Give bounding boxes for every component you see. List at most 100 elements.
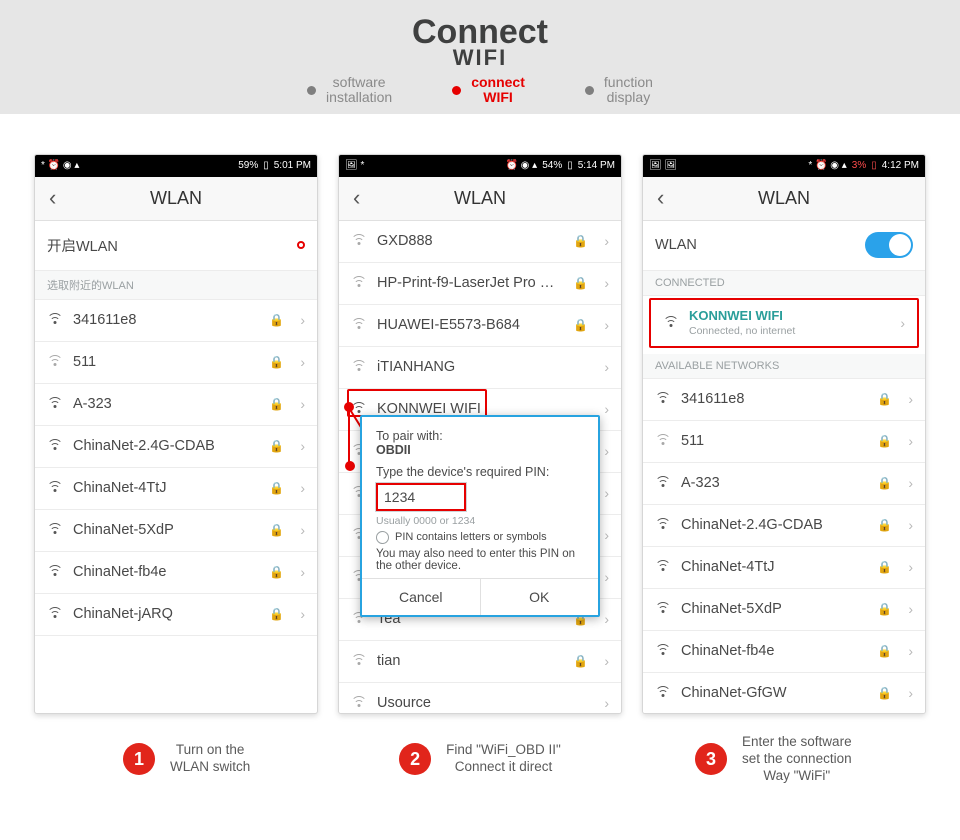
chevron-right-icon: › bbox=[604, 695, 609, 711]
chevron-right-icon: › bbox=[908, 601, 913, 617]
toggle-switch[interactable] bbox=[865, 232, 913, 258]
network-row[interactable]: 511 🔒 › bbox=[35, 342, 317, 384]
wifi-icon bbox=[351, 653, 367, 669]
network-name: ChinaNet-4TtJ bbox=[681, 559, 867, 575]
status-bar: * ⏰ ◉ ▴ 59% ▯ 5:01 PM bbox=[35, 155, 317, 177]
network-name: HUAWEI-E5573-B684 bbox=[377, 317, 563, 333]
network-name: tian bbox=[377, 653, 563, 669]
chevron-right-icon: › bbox=[300, 480, 305, 496]
network-row[interactable]: GXD888 🔒 › bbox=[339, 221, 621, 263]
chevron-right-icon: › bbox=[908, 391, 913, 407]
network-row[interactable]: ChinaNet-2.4G-CDAB 🔒 › bbox=[643, 505, 925, 547]
wifi-icon bbox=[47, 522, 63, 538]
lock-icon: 🔒 bbox=[877, 560, 892, 574]
phone-row: * ⏰ ◉ ▴ 59% ▯ 5:01 PM ‹ WLAN 开启WLAN 选取附近… bbox=[0, 114, 960, 724]
network-row[interactable]: 511 🔒 › bbox=[643, 421, 925, 463]
network-row[interactable]: ChinaNet-5XdP 🔒 › bbox=[35, 510, 317, 552]
network-row[interactable]: Usource › bbox=[339, 683, 621, 714]
chevron-right-icon: › bbox=[604, 611, 609, 627]
time-text: 4:12 PM bbox=[882, 160, 919, 171]
step-text: Turn on theWLAN switch bbox=[170, 742, 250, 776]
breadcrumb-item: functiondisplay bbox=[585, 75, 653, 106]
network-name: ChinaNet-5XdP bbox=[73, 522, 259, 538]
network-row[interactable]: ChinaNet-fb4e 🔒 › bbox=[35, 552, 317, 594]
pair-label: To pair with: bbox=[376, 429, 584, 443]
breadcrumb-item: softwareinstallation bbox=[307, 75, 392, 106]
network-row[interactable]: ChinaNet-5XdP 🔒 › bbox=[643, 589, 925, 631]
network-row[interactable]: ChinaNet-4TtJ 🔒 › bbox=[35, 468, 317, 510]
network-row[interactable]: HUAWEI-E5573-B684 🔒 › bbox=[339, 305, 621, 347]
network-name: 511 bbox=[73, 354, 259, 370]
chevron-right-icon: › bbox=[300, 312, 305, 328]
chevron-right-icon: › bbox=[604, 485, 609, 501]
network-row[interactable]: ChinaNet-fb4e 🔒 › bbox=[643, 631, 925, 673]
chevron-right-icon: › bbox=[604, 569, 609, 585]
chevron-right-icon: › bbox=[604, 359, 609, 375]
lock-icon: 🔒 bbox=[573, 234, 588, 248]
wifi-icon bbox=[655, 433, 671, 449]
network-row[interactable]: 341611e8 🔒 › bbox=[643, 379, 925, 421]
dot-icon bbox=[307, 86, 316, 95]
chevron-right-icon: › bbox=[604, 443, 609, 459]
network-name: ChinaNet-GfGW bbox=[681, 685, 867, 701]
wifi-icon bbox=[663, 315, 679, 331]
callout-line-icon bbox=[348, 408, 350, 468]
network-row[interactable]: iTIANHANG › bbox=[339, 347, 621, 389]
dot-icon bbox=[585, 86, 594, 95]
cancel-button[interactable]: Cancel bbox=[362, 579, 480, 615]
lock-icon: 🔒 bbox=[269, 523, 284, 537]
network-row[interactable]: ChinaNet-jARQ 🔒 › bbox=[35, 594, 317, 636]
lock-icon: 🔒 bbox=[877, 434, 892, 448]
wifi-icon bbox=[351, 233, 367, 249]
network-row[interactable]: tian 🔒 › bbox=[339, 641, 621, 683]
wifi-icon bbox=[351, 359, 367, 375]
network-row[interactable]: A-323 🔒 › bbox=[35, 384, 317, 426]
network-row[interactable]: A-323 🔒 › bbox=[643, 463, 925, 505]
chevron-right-icon: › bbox=[604, 527, 609, 543]
chevron-right-icon: › bbox=[908, 517, 913, 533]
network-sub: Connected, no internet bbox=[689, 325, 890, 337]
wlan-toggle-row[interactable]: WLAN bbox=[643, 221, 925, 271]
pin-note: You may also need to enter this PIN on t… bbox=[376, 548, 584, 572]
network-row[interactable]: ChinaNet-2.4G-CDAB 🔒 › bbox=[35, 426, 317, 468]
step-number: 3 bbox=[695, 743, 727, 775]
back-button[interactable]: ‹ bbox=[651, 181, 670, 215]
network-name: ChinaNet-5XdP bbox=[681, 601, 867, 617]
pairing-dialog: To pair with: OBDII Type the device's re… bbox=[360, 415, 600, 617]
step-number: 1 bbox=[123, 743, 155, 775]
lock-icon: 🔒 bbox=[877, 686, 892, 700]
callout-dot-icon bbox=[345, 461, 355, 471]
wifi-icon bbox=[655, 643, 671, 659]
chevron-right-icon: › bbox=[908, 475, 913, 491]
phone-2: 🖼 * ⏰ ◉ ▴ 54% ▯ 5:14 PM ‹ WLAN GXD888 🔒 … bbox=[338, 154, 622, 714]
network-name: A-323 bbox=[73, 396, 259, 412]
network-row[interactable]: ChinaNet-GfGW 🔒 › bbox=[643, 673, 925, 714]
network-name: 341611e8 bbox=[681, 391, 867, 407]
network-row[interactable]: ChinaNet-4TtJ 🔒 › bbox=[643, 547, 925, 589]
wifi-icon bbox=[47, 312, 63, 328]
konnwei-highlight bbox=[347, 389, 487, 417]
wifi-icon bbox=[351, 275, 367, 291]
breadcrumb-item: connectWIFI bbox=[452, 75, 525, 106]
back-button[interactable]: ‹ bbox=[347, 181, 366, 215]
pin-letters-checkbox[interactable]: PIN contains letters or symbols bbox=[376, 531, 584, 544]
radio-icon bbox=[376, 531, 389, 544]
available-label: AVAILABLE NETWORKS bbox=[643, 354, 925, 379]
lock-icon: 🔒 bbox=[269, 607, 284, 621]
network-row[interactable]: HP-Print-f9-LaserJet Pro MFP 🔒 › bbox=[339, 263, 621, 305]
wlan-toggle-row[interactable]: 开启WLAN bbox=[35, 221, 317, 271]
pin-input[interactable]: 1234 bbox=[376, 483, 466, 511]
pair-device: OBDII bbox=[376, 443, 584, 457]
network-row[interactable]: 341611e8 🔒 › bbox=[35, 300, 317, 342]
lock-icon: 🔒 bbox=[269, 355, 284, 369]
back-button[interactable]: ‹ bbox=[43, 181, 62, 215]
lock-icon: 🔒 bbox=[877, 392, 892, 406]
network-name: 341611e8 bbox=[73, 312, 259, 328]
wifi-icon bbox=[47, 564, 63, 580]
section-label: 选取附近的WLAN bbox=[35, 271, 317, 300]
connected-network-row[interactable]: KONNWEI WIFI Connected, no internet › bbox=[649, 298, 919, 348]
ok-button[interactable]: OK bbox=[480, 579, 599, 615]
network-name: A-323 bbox=[681, 475, 867, 491]
wifi-icon bbox=[655, 559, 671, 575]
battery-text: 54% bbox=[542, 160, 562, 171]
